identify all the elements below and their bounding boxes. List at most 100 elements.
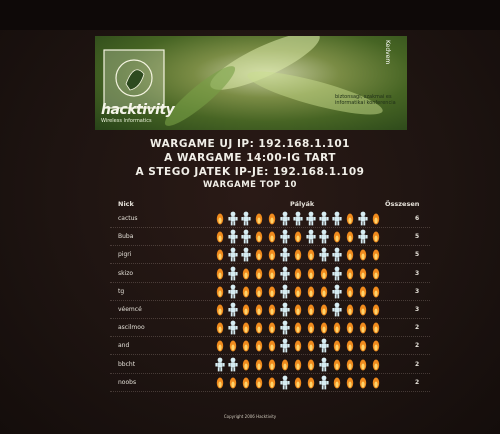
level-unsolved-icon xyxy=(346,377,354,389)
level-unsolved-icon xyxy=(307,249,315,261)
level-unsolved-icon xyxy=(216,340,224,352)
logo-subtitle: Wireless Informatics xyxy=(101,118,152,124)
level-unsolved-icon xyxy=(320,322,328,334)
level-unsolved-icon xyxy=(346,213,354,225)
level-solved-icon xyxy=(332,247,342,262)
level-unsolved-icon xyxy=(242,304,250,316)
player-nick: bbcht xyxy=(118,360,136,368)
level-unsolved-icon xyxy=(372,286,380,298)
level-unsolved-icon xyxy=(268,340,276,352)
level-solved-icon xyxy=(319,357,329,371)
player-nick: cactus xyxy=(118,215,138,222)
level-unsolved-icon xyxy=(333,359,341,371)
level-unsolved-icon xyxy=(372,304,380,316)
level-solved-icon xyxy=(215,357,225,371)
copyright-footer: Copyright 2006 Hacktivity xyxy=(223,414,277,419)
level-unsolved-icon xyxy=(320,304,328,316)
leaderboard-row: ascilmoo 2 xyxy=(110,319,430,338)
level-unsolved-icon xyxy=(346,268,354,280)
level-unsolved-icon xyxy=(307,268,315,280)
level-unsolved-icon xyxy=(294,286,302,298)
levels-column-header: Pályák xyxy=(290,200,315,208)
level-unsolved-icon xyxy=(359,340,367,352)
player-total: 2 xyxy=(415,342,420,350)
logo-wordmark: hacktivity xyxy=(101,102,175,118)
level-unsolved-icon xyxy=(333,322,341,334)
level-solved-icon xyxy=(228,247,238,262)
leaderboard-row: tg 3 xyxy=(110,283,430,301)
player-nick: Buba xyxy=(118,233,134,241)
level-unsolved-icon xyxy=(333,231,341,243)
level-unsolved-icon xyxy=(346,286,354,298)
level-unsolved-icon xyxy=(294,340,302,352)
level-unsolved-icon xyxy=(242,322,250,334)
level-solved-icon xyxy=(293,211,303,226)
player-total: 3 xyxy=(415,287,420,295)
level-unsolved-icon xyxy=(359,304,367,316)
level-solved-icon xyxy=(332,284,342,299)
level-unsolved-icon xyxy=(359,286,367,298)
level-unsolved-icon xyxy=(216,249,224,261)
level-unsolved-icon xyxy=(255,268,263,280)
player-total: 3 xyxy=(415,306,420,313)
leaderboard-row: bbcht 2 xyxy=(110,356,430,374)
level-unsolved-icon xyxy=(255,304,263,316)
leaderboard-row: pigri 5 xyxy=(110,246,430,265)
level-unsolved-icon xyxy=(255,286,263,298)
level-solved-icon xyxy=(280,247,290,262)
player-nick: skizo xyxy=(118,269,134,277)
level-solved-icon xyxy=(332,211,342,226)
level-unsolved-icon xyxy=(307,340,315,352)
level-solved-icon xyxy=(228,320,238,335)
level-unsolved-icon xyxy=(268,304,276,316)
level-unsolved-icon xyxy=(255,377,263,389)
level-unsolved-icon xyxy=(372,231,380,243)
level-solved-icon xyxy=(332,302,342,317)
level-unsolved-icon xyxy=(346,231,354,243)
level-unsolved-icon xyxy=(307,377,315,389)
top-bar xyxy=(0,0,500,30)
level-unsolved-icon xyxy=(333,377,341,389)
level-solved-icon xyxy=(228,229,238,244)
level-unsolved-icon xyxy=(346,249,354,261)
player-total: 5 xyxy=(415,233,420,241)
player-total: 3 xyxy=(415,269,420,277)
level-unsolved-icon xyxy=(242,359,250,371)
level-unsolved-icon xyxy=(242,340,250,352)
level-unsolved-icon xyxy=(372,268,380,280)
level-unsolved-icon xyxy=(294,359,302,371)
level-solved-icon xyxy=(332,266,342,280)
level-unsolved-icon xyxy=(359,249,367,261)
player-nick: ascilmoo xyxy=(118,324,145,332)
level-solved-icon xyxy=(358,211,368,226)
level-solved-icon xyxy=(280,320,290,335)
level-solved-icon xyxy=(280,284,290,299)
level-unsolved-icon xyxy=(216,322,224,334)
level-unsolved-icon xyxy=(216,231,224,243)
level-unsolved-icon xyxy=(372,322,380,334)
level-unsolved-icon xyxy=(359,359,367,371)
leaderboard-row: Buba 5 xyxy=(110,228,430,247)
level-solved-icon xyxy=(241,247,251,262)
level-unsolved-icon xyxy=(346,322,354,334)
level-solved-icon xyxy=(228,266,238,280)
player-nick: pigri xyxy=(118,251,132,259)
player-total: 2 xyxy=(415,324,420,332)
level-solved-icon xyxy=(228,284,238,299)
level-unsolved-icon xyxy=(372,377,380,389)
level-unsolved-icon xyxy=(320,286,328,298)
level-unsolved-icon xyxy=(333,340,341,352)
level-unsolved-icon xyxy=(216,377,224,389)
level-solved-icon xyxy=(280,375,290,390)
level-unsolved-icon xyxy=(346,359,354,371)
level-unsolved-icon xyxy=(255,359,263,371)
banner-side-label: Kedvem xyxy=(384,40,391,65)
wargame-ip-line: WARGAME UJ IP: 192.168.1.101 xyxy=(150,138,350,150)
level-unsolved-icon xyxy=(216,213,224,225)
level-unsolved-icon xyxy=(255,213,263,225)
player-nick: and xyxy=(118,342,130,350)
banner-blurb: biztonsagi, szakmai es informatikai konf… xyxy=(335,94,396,106)
level-unsolved-icon xyxy=(255,231,263,243)
level-solved-icon xyxy=(280,229,290,244)
level-unsolved-icon xyxy=(229,340,237,352)
